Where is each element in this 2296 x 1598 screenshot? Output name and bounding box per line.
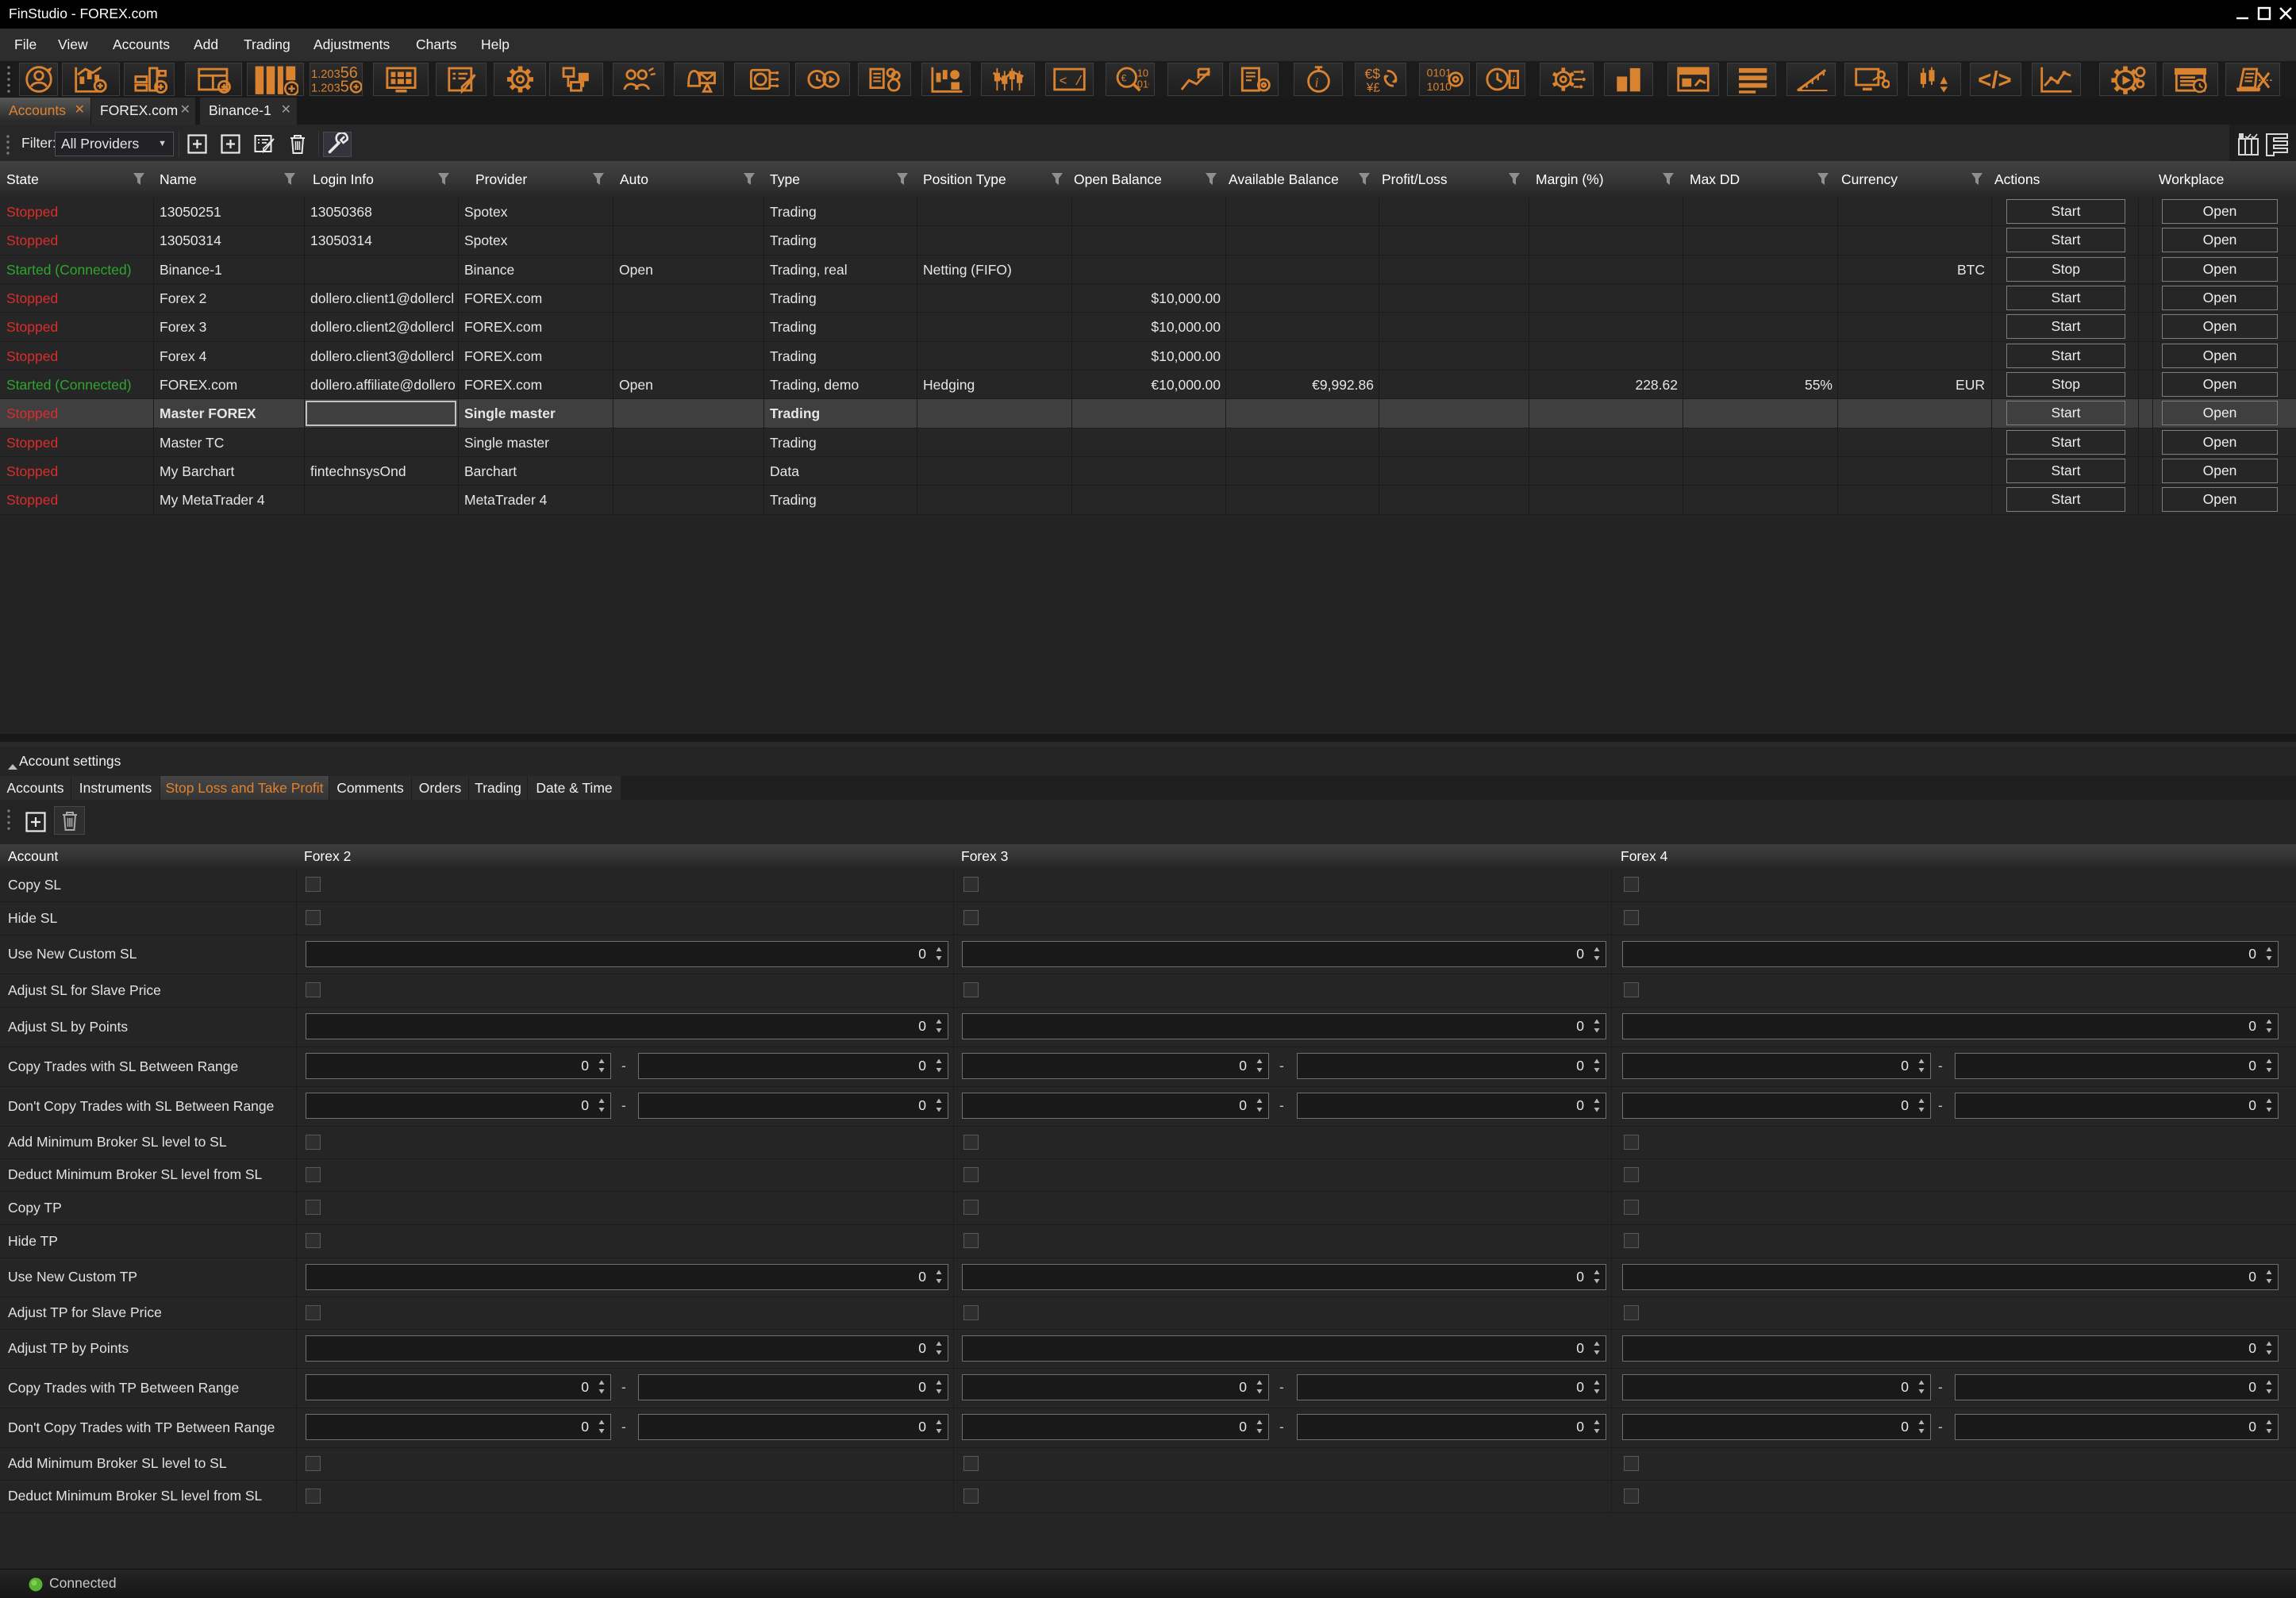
svg-text:i: i: [1314, 75, 1318, 90]
svg-text:< / >: < / >: [1060, 74, 1088, 89]
svg-text:1010: 1010: [1427, 80, 1452, 93]
svg-text:010: 010: [1136, 79, 1148, 90]
svg-text:€$: €$: [1365, 66, 1381, 82]
svg-text:101: 101: [1136, 67, 1148, 79]
svg-text:</>: </>: [1978, 67, 2011, 94]
svg-text:i: i: [1512, 74, 1515, 87]
svg-text:€: €: [1121, 73, 1126, 83]
svg-text:1.20356: 1.20356: [311, 64, 358, 82]
svg-text:¥£: ¥£: [1366, 81, 1380, 94]
svg-text:0101: 0101: [1427, 66, 1452, 79]
